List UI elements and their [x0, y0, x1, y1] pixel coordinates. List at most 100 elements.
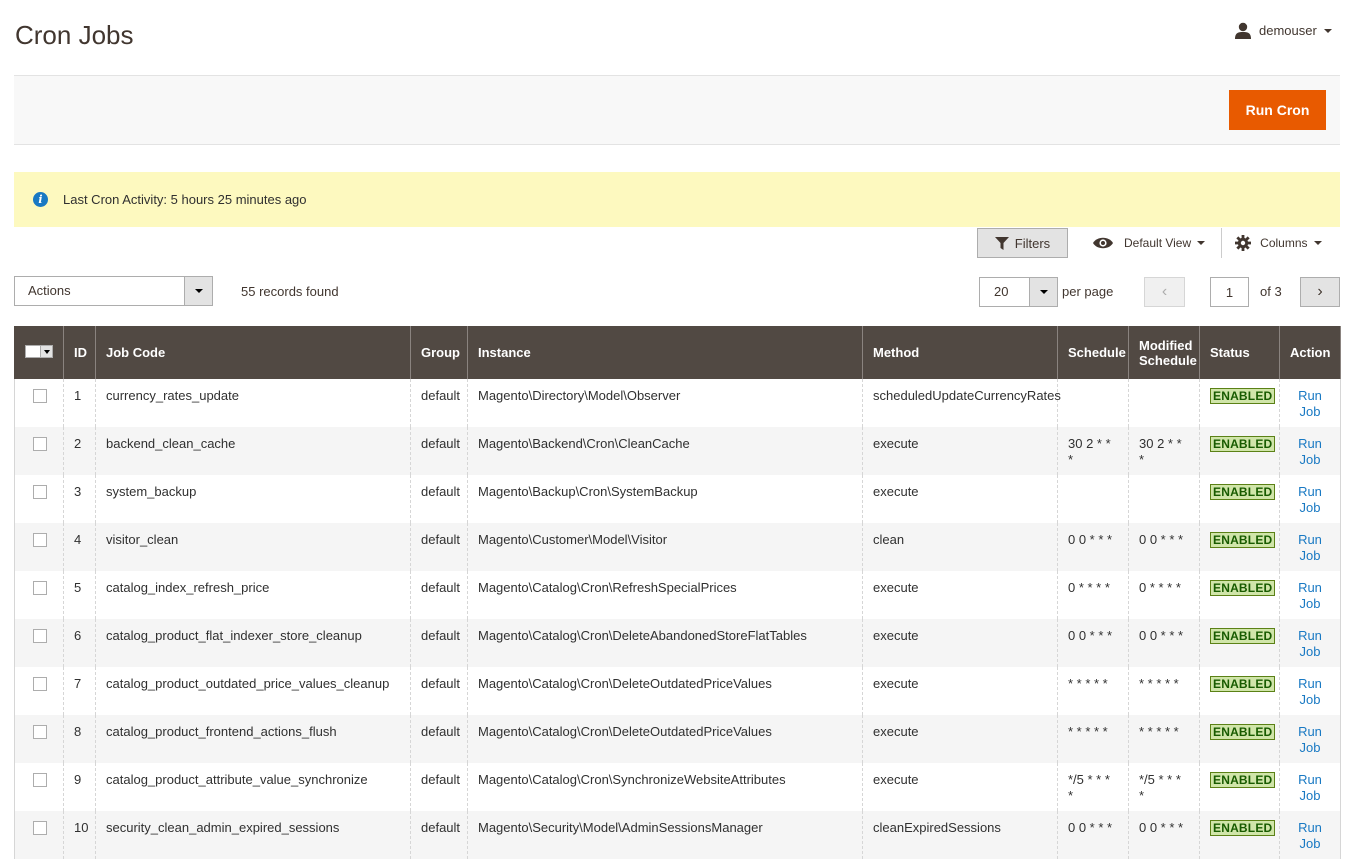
eye-icon: [1093, 237, 1113, 249]
cell-instance: Magento\Catalog\Cron\DeleteOutdatedPrice…: [467, 715, 863, 763]
run-job-link[interactable]: Run Job: [1290, 436, 1330, 468]
table-row: 4 visitor_clean default Magento\Customer\Mo…: [14, 523, 1341, 571]
cell-job-code: catalog_product_outdated_price_values_cl…: [95, 667, 411, 715]
user-menu[interactable]: demouser: [1234, 22, 1332, 39]
column-header-schedule[interactable]: Schedule: [1057, 326, 1129, 379]
total-pages-label: of 3: [1260, 284, 1282, 299]
cell-group: default: [410, 475, 468, 523]
cell-status: ENABLED: [1199, 475, 1280, 523]
run-job-link[interactable]: Run Job: [1290, 772, 1330, 804]
cell-modified-schedule: 0 0 * * *: [1128, 619, 1200, 667]
row-checkbox[interactable]: [33, 437, 47, 451]
column-header-method[interactable]: Method: [862, 326, 1058, 379]
row-checkbox[interactable]: [33, 629, 47, 643]
per-page-label: per page: [1062, 284, 1114, 299]
cell-group: default: [410, 715, 468, 763]
row-checkbox[interactable]: [33, 389, 47, 403]
table-row: 5 catalog_index_refresh_price default Magen…: [14, 571, 1341, 619]
status-badge: ENABLED: [1210, 676, 1276, 692]
status-badge: ENABLED: [1210, 484, 1276, 500]
gear-icon: [1235, 235, 1252, 251]
cell-action: Run Job: [1279, 475, 1341, 523]
column-header-instance[interactable]: Instance: [467, 326, 863, 379]
cell-id: 10: [63, 811, 96, 859]
cell-schedule: 0 0 * * *: [1057, 811, 1129, 859]
cell-schedule: 0 * * * *: [1057, 571, 1129, 619]
row-checkbox[interactable]: [33, 581, 47, 595]
user-name: demouser: [1259, 23, 1317, 38]
row-select-cell: [14, 523, 64, 571]
chevron-down-icon: [1039, 290, 1048, 294]
cell-status: ENABLED: [1199, 379, 1280, 427]
column-header-action[interactable]: Action: [1279, 326, 1341, 379]
row-checkbox[interactable]: [33, 485, 47, 499]
page-title: Cron Jobs: [15, 20, 134, 50]
mass-actions-toggle[interactable]: [184, 277, 212, 305]
mass-select-header[interactable]: [14, 326, 64, 379]
cell-action: Run Job: [1279, 523, 1341, 571]
cell-modified-schedule: [1128, 475, 1200, 523]
mass-actions-select[interactable]: Actions: [14, 276, 213, 306]
cell-action: Run Job: [1279, 379, 1341, 427]
view-label: Default View: [1124, 236, 1192, 250]
row-select-cell: [14, 619, 64, 667]
notice-text: Last Cron Activity: 5 hours 25 minutes a…: [63, 192, 307, 207]
table-row: 10 security_clean_admin_expired_sessions d…: [14, 811, 1341, 859]
status-badge: ENABLED: [1210, 628, 1276, 644]
status-badge: ENABLED: [1210, 580, 1276, 596]
mass-select-checkbox[interactable]: [25, 345, 53, 358]
current-page-input[interactable]: [1210, 277, 1249, 307]
row-checkbox[interactable]: [33, 677, 47, 691]
row-checkbox[interactable]: [33, 821, 47, 835]
cell-job-code: catalog_product_flat_indexer_store_clean…: [95, 619, 411, 667]
run-cron-button[interactable]: Run Cron: [1229, 90, 1326, 130]
run-job-link[interactable]: Run Job: [1290, 484, 1330, 516]
run-job-link[interactable]: Run Job: [1290, 820, 1330, 852]
chevron-down-icon: [1323, 28, 1332, 33]
cell-action: Run Job: [1279, 619, 1341, 667]
cell-instance: Magento\Directory\Model\Observer: [467, 379, 863, 427]
column-header-modified-schedule[interactable]: Modified Schedule: [1128, 326, 1200, 379]
run-job-link[interactable]: Run Job: [1290, 532, 1330, 564]
cell-instance: Magento\Backup\Cron\SystemBackup: [467, 475, 863, 523]
column-header-group[interactable]: Group: [410, 326, 468, 379]
run-job-link[interactable]: Run Job: [1290, 676, 1330, 708]
cell-instance: Magento\Customer\Model\Visitor: [467, 523, 863, 571]
cron-jobs-grid: ID Job Code Group Instance Method Schedu…: [14, 326, 1341, 859]
default-view-dropdown[interactable]: Default View: [1092, 236, 1206, 250]
chevron-down-icon: [1197, 241, 1206, 245]
cell-method: execute: [862, 715, 1058, 763]
per-page-toggle[interactable]: [1029, 278, 1057, 306]
row-checkbox[interactable]: [33, 773, 47, 787]
row-checkbox[interactable]: [33, 533, 47, 547]
status-badge: ENABLED: [1210, 388, 1276, 404]
run-job-link[interactable]: Run Job: [1290, 388, 1330, 420]
mass-actions-value: Actions: [28, 283, 71, 298]
cell-group: default: [410, 667, 468, 715]
cell-method: execute: [862, 475, 1058, 523]
run-job-link[interactable]: Run Job: [1290, 580, 1330, 612]
column-header-status[interactable]: Status: [1199, 326, 1280, 379]
info-icon: i: [33, 192, 48, 207]
cell-method: execute: [862, 571, 1058, 619]
filters-button[interactable]: Filters: [977, 228, 1068, 258]
cell-schedule: * * * * *: [1057, 667, 1129, 715]
previous-page-button[interactable]: ‹: [1144, 277, 1185, 307]
cell-job-code: visitor_clean: [95, 523, 411, 571]
column-header-id[interactable]: ID: [63, 326, 96, 379]
cell-id: 7: [63, 667, 96, 715]
table-row: 6 catalog_product_flat_indexer_store_clea…: [14, 619, 1341, 667]
run-job-link[interactable]: Run Job: [1290, 628, 1330, 660]
next-page-button[interactable]: ›: [1300, 277, 1340, 307]
run-job-link[interactable]: Run Job: [1290, 724, 1330, 756]
per-page-select[interactable]: 20: [979, 277, 1058, 307]
column-header-job-code[interactable]: Job Code: [95, 326, 411, 379]
columns-dropdown[interactable]: Columns: [1235, 235, 1322, 251]
row-checkbox[interactable]: [33, 725, 47, 739]
cell-method: scheduledUpdateCurrencyRates: [862, 379, 1061, 427]
table-row: 9 catalog_product_attribute_value_synchro…: [14, 763, 1341, 811]
cell-status: ENABLED: [1199, 667, 1280, 715]
chevron-down-icon: [1313, 241, 1322, 245]
cell-modified-schedule: 0 0 * * *: [1128, 811, 1200, 859]
cell-job-code: backend_clean_cache: [95, 427, 411, 475]
